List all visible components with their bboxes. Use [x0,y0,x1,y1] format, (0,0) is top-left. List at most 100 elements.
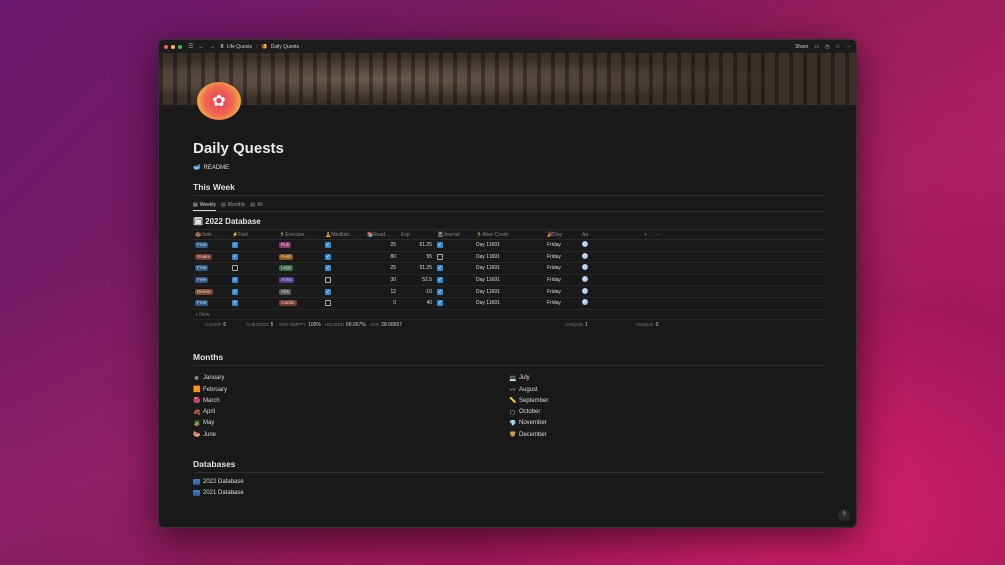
cell-fast[interactable]: ✓ [230,297,277,310]
cell-exercise[interactable]: Abs [277,285,323,298]
cell-fast[interactable] [230,262,277,275]
month-link-february[interactable]: 🟧 February [193,384,509,395]
table-row[interactable]: Free Legs ✓ 25 51.25 ✓ Day 11691 Friday [193,262,825,275]
meditation-checkbox[interactable]: ✓ [325,288,331,295]
new-row-button[interactable]: + New [193,310,825,320]
cell-junk[interactable]: Snaks [193,251,230,264]
close-button[interactable] [164,44,168,49]
database-link[interactable]: 2022 Database [193,476,825,487]
share-button[interactable]: Share [795,44,808,50]
cell-title[interactable] [580,262,642,275]
readme-link[interactable]: 🥣 README [193,164,825,172]
forward-arrow-icon[interactable]: → [209,44,215,50]
meditation-checkbox[interactable] [325,276,331,283]
journal-checkbox[interactable]: ✓ [437,242,443,249]
month-link-june[interactable]: 🍉 June [193,429,509,440]
history-icon[interactable]: ◷ [825,44,829,50]
cell-meditation[interactable]: ✓ [323,285,365,298]
cell-journal[interactable]: ✓ [435,285,474,298]
col-day[interactable]: 🎉Day [545,229,580,240]
fast-checkbox[interactable]: ✓ [232,300,238,307]
back-arrow-icon[interactable]: ← [198,44,204,50]
table-row[interactable]: Dinner ✓ Abs ✓ 12 -10 ✓ Day 11691 Friday [193,285,825,298]
cell-junk[interactable]: Free [193,297,230,310]
star-icon[interactable]: ☆ [836,44,840,50]
breadcrumb-life-quests[interactable]: X Life Quests [220,44,252,50]
cell-exercise[interactable]: Push [277,251,323,264]
more-icon[interactable]: ··· [846,44,851,50]
database-title[interactable]: 🗓 2022 Database [193,217,825,226]
month-link-may[interactable]: 🪴 May [193,418,509,429]
col-meditation[interactable]: 🧘Meditati... [323,229,365,240]
month-link-july[interactable]: 💻 July [509,373,825,384]
cell-junk[interactable]: Free [193,239,230,252]
journal-checkbox[interactable]: ✓ [437,276,443,283]
cell-journal[interactable] [435,251,474,264]
cell-fast[interactable]: ✓ [230,285,277,298]
meditation-checkbox[interactable]: ✓ [325,242,331,249]
col-exp[interactable]: Exp [399,229,435,240]
table-row[interactable]: Snaks ✓ Push ✓ 80 55 Day 11691 Friday [193,251,825,264]
page-emoji-icon[interactable]: ✿ [197,82,241,120]
journal-checkbox[interactable]: ✓ [437,300,443,307]
cell-fast[interactable]: ✓ [230,239,277,252]
month-link-august[interactable]: 〰 August [509,384,825,395]
cell-read[interactable]: 25 [365,262,399,275]
calc-not-empty[interactable]: NOT EMPTY 100% [279,322,321,328]
cell-exercise[interactable]: Legs [277,262,323,275]
month-link-march[interactable]: 🌺 March [193,395,509,406]
cell-read[interactable]: 30 [365,274,399,287]
tab-all[interactable]: ▤ All [250,202,262,211]
cell-read[interactable]: 12 [365,285,399,298]
col-title[interactable]: Aa [580,229,642,240]
month-link-november[interactable]: 💎 November [509,418,825,429]
page-title[interactable]: Daily Quests [193,140,825,160]
cell-journal[interactable]: ✓ [435,262,474,275]
cell-title[interactable] [580,274,642,287]
fast-checkbox[interactable]: ✓ [232,288,238,295]
cell-meditation[interactable]: ✓ [323,251,365,264]
meditation-checkbox[interactable]: ✓ [325,253,331,260]
cell-meditation[interactable] [323,274,365,287]
fast-checkbox[interactable]: ✓ [232,253,238,260]
cell-junk[interactable]: Free [193,274,230,287]
journal-checkbox[interactable]: ✓ [437,265,443,272]
cell-meditation[interactable]: ✓ [323,262,365,275]
journal-checkbox[interactable] [437,253,443,260]
cell-title[interactable] [580,239,642,252]
fast-checkbox[interactable]: ✓ [232,242,238,249]
month-link-april[interactable]: 🍂 April [193,406,509,417]
cell-meditation[interactable]: ✓ [323,239,365,252]
calc-average[interactable]: AVG 28.66667 [370,322,402,328]
cell-exercise[interactable]: Arms [277,274,323,287]
meditation-checkbox[interactable] [325,300,331,307]
cell-fast[interactable]: ✓ [230,251,277,264]
minimize-button[interactable] [171,44,175,49]
month-link-january[interactable]: ❄ January [193,373,509,384]
calc-count[interactable]: COUNT 6 [205,322,226,328]
breadcrumb-daily-quests[interactable]: 🍤 Daily Quests [261,44,299,50]
cell-junk[interactable]: Free [193,262,230,275]
cell-read[interactable]: 80 [365,251,399,264]
calc-checked-percent[interactable]: HECKED 66.667% [325,322,366,328]
help-button[interactable]: ? [838,509,850,521]
cell-title[interactable] [580,285,642,298]
sidebar-menu-icon[interactable]: ☰ [188,43,193,50]
cell-read[interactable]: 25 [365,239,399,252]
fast-checkbox[interactable]: ✓ [232,276,238,283]
col-read[interactable]: 📚Read... [365,229,399,240]
table-row[interactable]: Free ✓ Pull ✓ 25 61.25 ✓ Day 11691 Friday [193,239,825,252]
page-cover-image[interactable] [159,53,856,105]
cell-fast[interactable]: ✓ [230,274,277,287]
month-link-october[interactable]: ◻ October [509,406,825,417]
calc-checked[interactable]: CHECKED 5 [246,322,273,328]
cell-journal[interactable]: ✓ [435,274,474,287]
calc-unique-alive[interactable]: UNIQUE 1 [565,322,588,328]
col-alive-count[interactable]: 🏃Alive Count [474,229,545,240]
month-link-september[interactable]: 📏 September [509,395,825,406]
cell-title[interactable] [580,297,642,310]
cell-exercise[interactable]: Cardio [277,297,323,310]
cell-read[interactable]: 0 [365,297,399,310]
cell-journal[interactable]: ✓ [435,297,474,310]
meditation-checkbox[interactable]: ✓ [325,265,331,272]
